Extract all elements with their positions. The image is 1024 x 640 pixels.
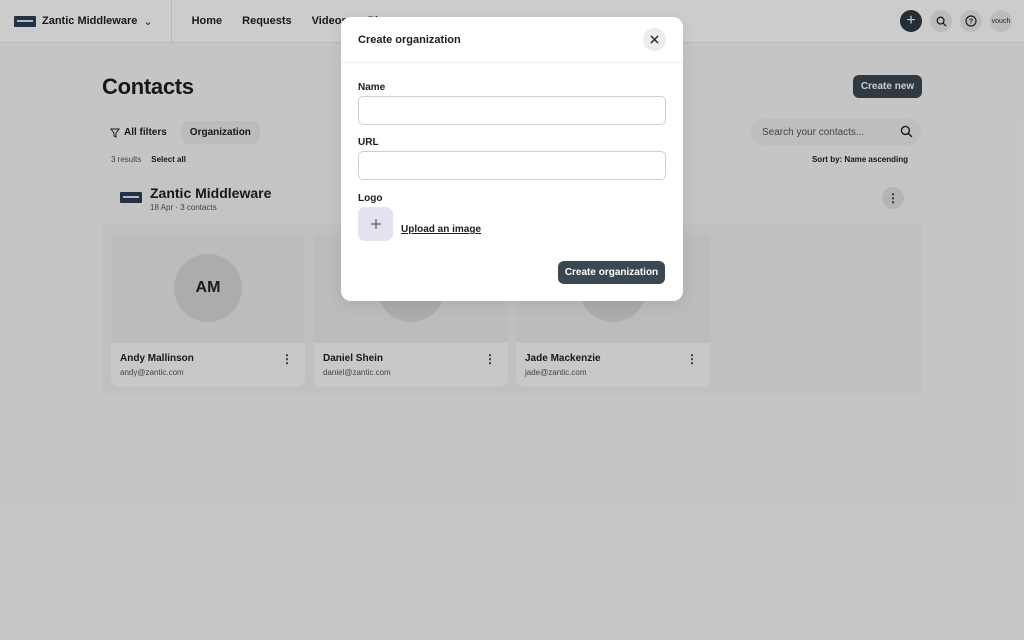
plus-icon [370,219,381,229]
name-label: Name [358,82,386,93]
dialog-header: Create organization [341,17,683,63]
logo-label: Logo [358,193,383,204]
name-field[interactable] [358,96,666,125]
upload-image-link[interactable]: Upload an image [401,224,481,235]
url-field[interactable] [358,151,666,180]
upload-image-button[interactable] [358,207,393,241]
create-organization-button[interactable]: Create organization [558,261,665,284]
create-organization-dialog: Create organization Name URL Logo Upload… [341,17,683,301]
close-button[interactable] [643,28,666,51]
dialog-title: Create organization [358,34,461,46]
url-label: URL [358,137,379,148]
close-icon [650,35,659,44]
